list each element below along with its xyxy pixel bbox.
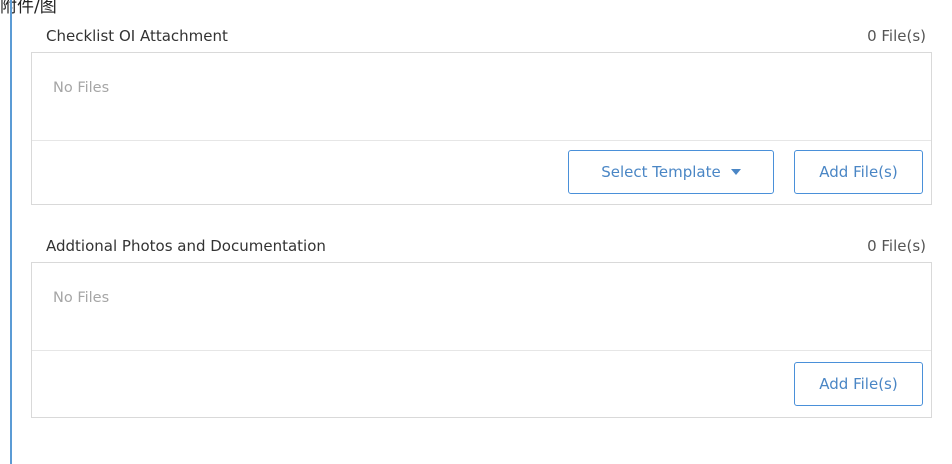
no-files-text: No Files (53, 290, 110, 306)
attachment-panel: No Files Add File(s) (31, 262, 932, 418)
file-count: 0 File(s) (867, 237, 926, 255)
checklist-attachment-section: Checklist OI Attachment 0 File(s) No Fil… (31, 24, 932, 205)
files-list: No Files (32, 53, 931, 141)
add-files-button[interactable]: Add File(s) (794, 150, 923, 194)
caret-down-icon (730, 169, 741, 175)
section-title: Checklist OI Attachment (46, 27, 228, 45)
select-template-button[interactable]: Select Template (568, 150, 774, 194)
left-accent-line (10, 0, 12, 464)
file-count: 0 File(s) (867, 27, 926, 45)
section-header: Checklist OI Attachment 0 File(s) (31, 24, 932, 52)
panel-footer: Add File(s) (32, 351, 931, 415)
add-files-label: Add File(s) (819, 163, 898, 181)
panel-footer: Select Template Add File(s) (32, 141, 931, 205)
add-files-button[interactable]: Add File(s) (794, 362, 923, 406)
no-files-text: No Files (53, 80, 110, 96)
top-label: 附件/图 (0, 0, 57, 17)
files-list: No Files (32, 263, 931, 351)
add-files-label: Add File(s) (819, 375, 898, 393)
attachment-panel: No Files Select Template Add File(s) (31, 52, 932, 205)
select-template-label: Select Template (601, 163, 721, 181)
section-title: Addtional Photos and Documentation (46, 237, 326, 255)
section-header: Addtional Photos and Documentation 0 Fil… (31, 234, 932, 262)
additional-photos-section: Addtional Photos and Documentation 0 Fil… (31, 234, 932, 418)
